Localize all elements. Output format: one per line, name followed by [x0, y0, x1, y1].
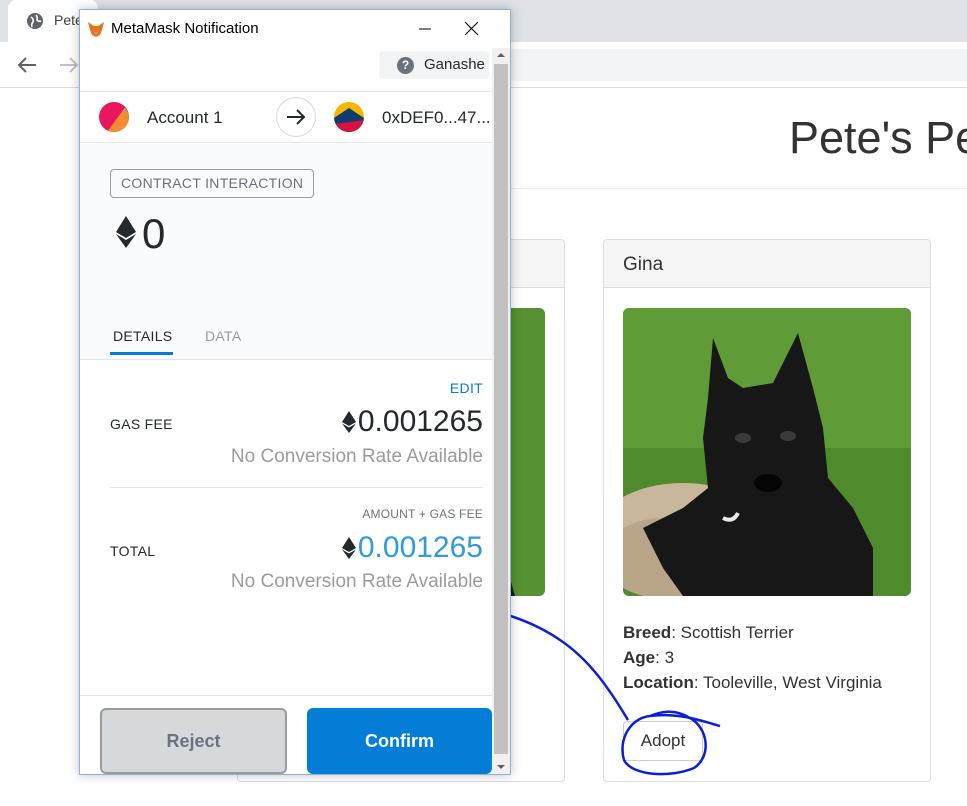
location-value: : Tooleville, West Virginia	[693, 673, 882, 692]
ethereum-icon	[341, 537, 356, 559]
metamask-fox-icon	[88, 22, 104, 37]
confirm-button[interactable]: Confirm	[307, 708, 492, 774]
back-arrow-icon[interactable]	[14, 53, 42, 77]
breed-value: : Scottish Terrier	[671, 623, 794, 642]
total-amount: 0.001265	[357, 531, 483, 564]
reject-button[interactable]: Reject	[100, 708, 287, 774]
active-tab-indicator	[110, 352, 173, 355]
metamask-content: ? Ganashe Account 1 0xDEF0...47... CONTR…	[80, 48, 492, 774]
forward-arrow-icon[interactable]	[54, 53, 82, 77]
recipient-avatar	[334, 102, 364, 132]
ethereum-icon	[116, 216, 136, 248]
metamask-window: MetaMask Notification ? Ganashe Account …	[79, 9, 511, 775]
pet-breed: Breed: Scottish Terrier	[623, 623, 794, 643]
edit-link[interactable]: EDIT	[450, 380, 483, 396]
total-label: TOTAL	[110, 543, 156, 559]
footer-divider	[80, 695, 492, 696]
address-bar[interactable]	[500, 49, 967, 81]
amount-gas-fee-label: AMOUNT + GAS FEE	[362, 507, 483, 521]
window-title: MetaMask Notification	[111, 20, 259, 37]
gas-fee-label: GAS FEE	[110, 416, 173, 432]
tabs-divider	[80, 359, 492, 360]
scroll-up-icon[interactable]	[492, 48, 510, 62]
pet-age: Age: 3	[623, 648, 674, 668]
age-value: : 3	[655, 648, 675, 667]
breed-label: Breed	[623, 623, 672, 642]
pet-card-header: Gina	[604, 240, 930, 288]
gas-fee-value: 0.001265	[341, 405, 483, 439]
recipient-address: 0xDEF0...47...	[382, 108, 491, 127]
pet-location: Location: Tooleville, West Virginia	[623, 673, 882, 693]
from-account-name: Account 1	[147, 108, 223, 127]
total-value: 0.001265	[341, 531, 483, 565]
contract-interaction-badge: CONTRACT INTERACTION	[110, 169, 315, 198]
gas-fee-amount: 0.001265	[357, 405, 483, 438]
network-name: Ganashe	[424, 56, 485, 73]
page-title: Pete's Pe	[789, 112, 967, 163]
question-icon: ?	[397, 57, 414, 74]
close-icon[interactable]	[449, 10, 495, 48]
transfer-arrow	[276, 97, 316, 137]
tab-data[interactable]: DATA	[205, 328, 241, 344]
age-label: Age	[623, 648, 656, 667]
pet-photo-gina	[623, 308, 911, 596]
adopt-button[interactable]: Adopt	[623, 721, 703, 761]
pet-name: Gina	[623, 254, 664, 275]
maximize-icon[interactable]	[403, 10, 449, 48]
total-conversion: No Conversion Rate Available	[230, 571, 483, 592]
arrow-right-icon	[287, 109, 306, 125]
scrollbar-thumb[interactable]	[494, 64, 508, 754]
location-label: Location	[623, 673, 694, 692]
transaction-amount: 0	[142, 210, 166, 257]
window-titlebar: MetaMask Notification	[80, 10, 510, 48]
scroll-down-icon[interactable]	[492, 760, 510, 774]
account-avatar	[99, 102, 129, 132]
tab-details[interactable]: DETAILS	[113, 328, 172, 344]
ethereum-icon	[341, 411, 356, 433]
network-selector[interactable]: ? Ganashe	[379, 51, 489, 79]
globe-icon	[27, 13, 43, 29]
account-row: Account 1 0xDEF0...47...	[80, 91, 492, 143]
details-divider	[110, 487, 483, 488]
title-divider	[510, 188, 967, 189]
transaction-summary: CONTRACT INTERACTION 0 DETAILS DATA	[80, 144, 492, 360]
gas-fee-conversion: No Conversion Rate Available	[230, 446, 483, 467]
